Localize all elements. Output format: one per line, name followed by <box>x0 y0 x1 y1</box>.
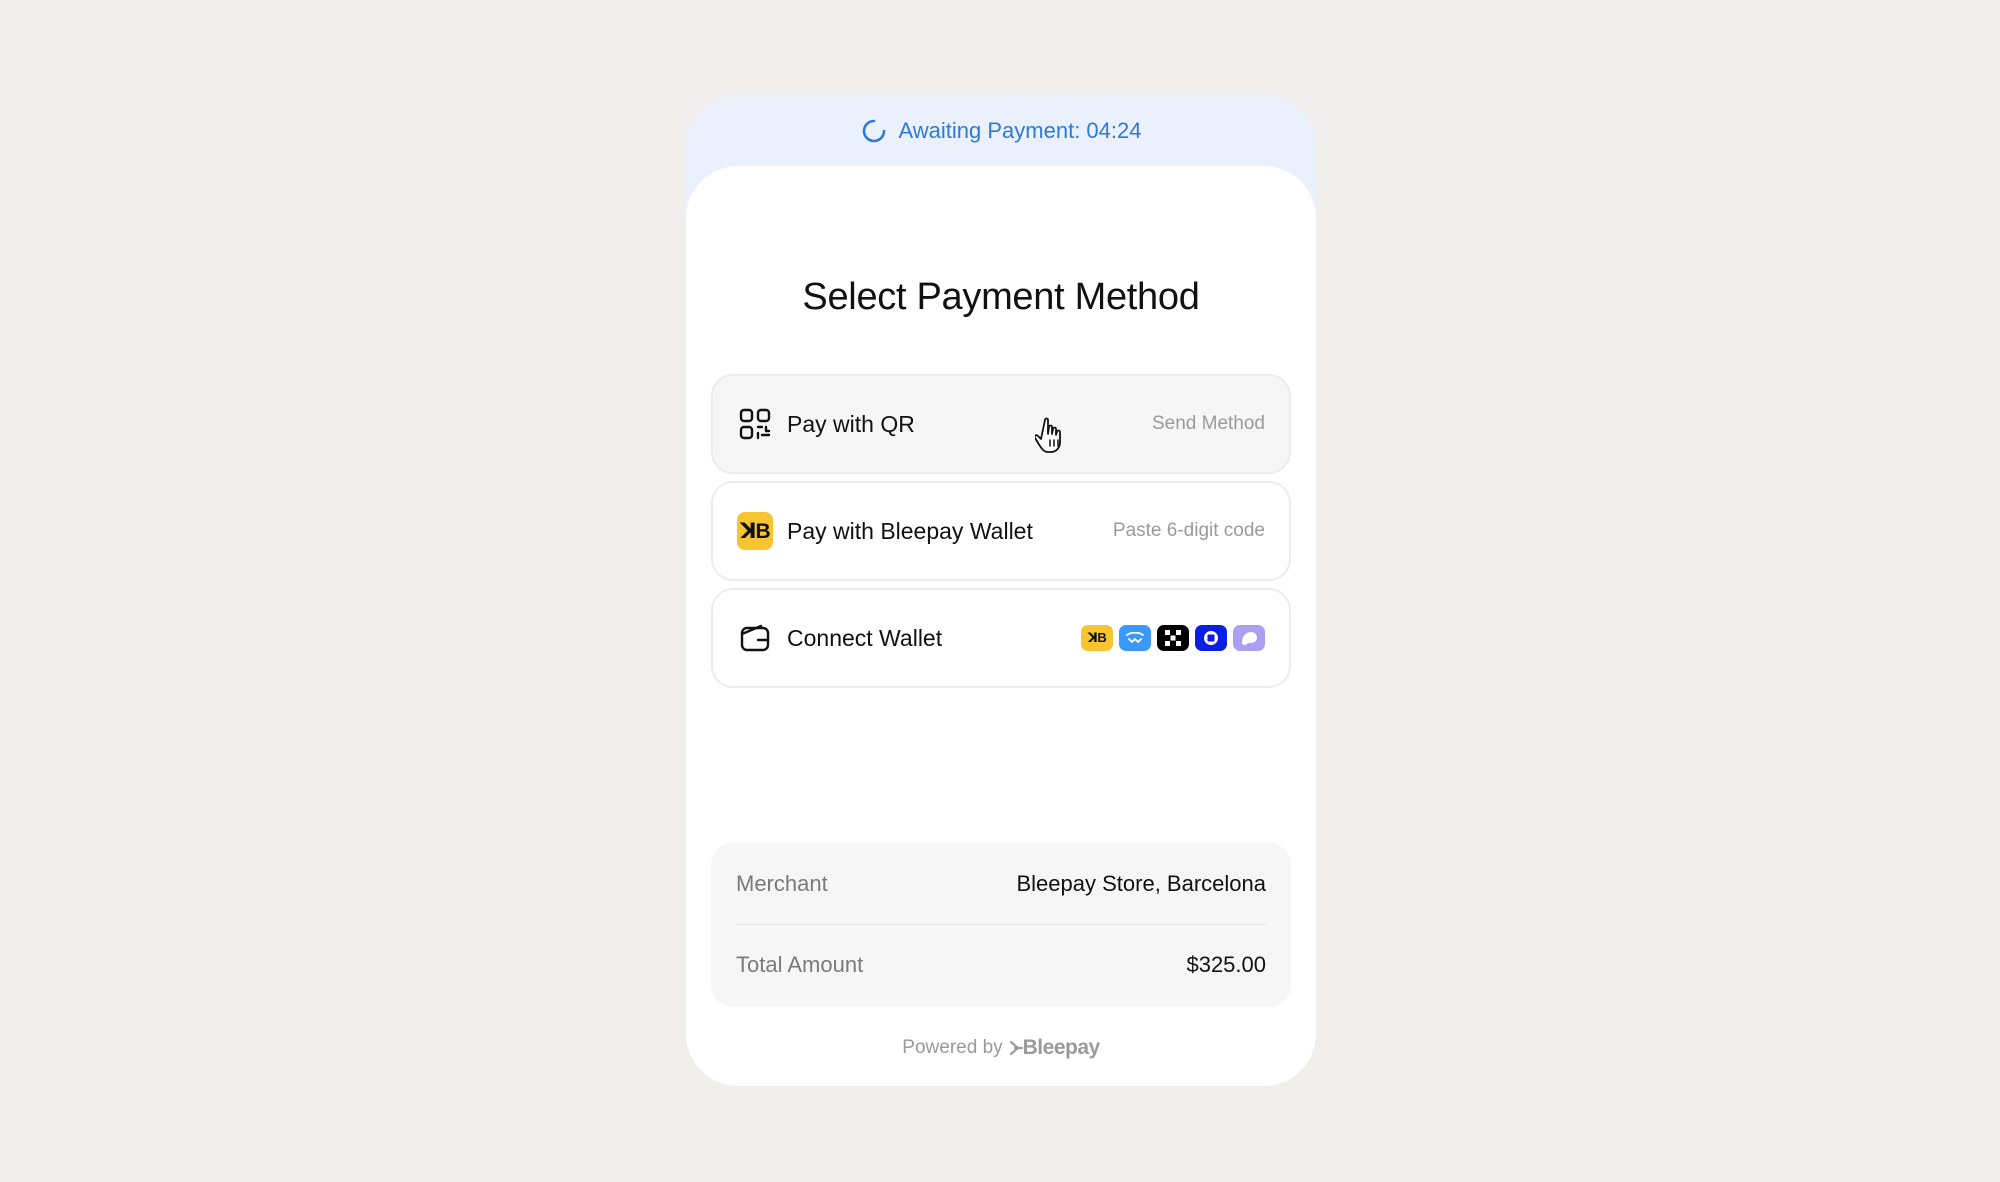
bleepay-logo-icon: ꓘB <box>737 512 773 550</box>
merchant-label: Merchant <box>736 870 828 896</box>
blue-circle-wallet-icon <box>1195 625 1227 651</box>
spinner-icon <box>862 119 885 143</box>
pay-with-qr-option[interactable]: Pay with QR Send Method <box>711 374 1291 474</box>
supported-wallets: ꓘB <box>1081 625 1265 651</box>
pay-with-bleepay-wallet-option[interactable]: ꓘB Pay with Bleepay Wallet Paste 6-digit… <box>711 481 1291 581</box>
brand-name: Bleepay <box>1022 1036 1101 1059</box>
option-label: Pay with QR <box>787 410 915 437</box>
qr-code-icon <box>737 406 773 442</box>
order-summary: Merchant Bleepay Store, Barcelona Total … <box>711 843 1291 1007</box>
connect-wallet-option[interactable]: Connect Wallet ꓘB <box>711 588 1291 688</box>
bleepay-brand[interactable]: Bleepay <box>1009 1036 1100 1060</box>
bleepay-badge: ꓘB <box>737 512 773 550</box>
merchant-row: Merchant Bleepay Store, Barcelona <box>736 843 1266 924</box>
purple-ghost-wallet-icon <box>1233 625 1265 651</box>
option-label: Connect Wallet <box>787 624 943 651</box>
payment-card: Awaiting Payment: 04:24 Select Payment M… <box>686 96 1316 1086</box>
payment-panel: Select Payment Method Pay with QR Send M… <box>686 166 1316 1086</box>
page-title: Select Payment Method <box>802 276 1200 318</box>
option-label: Pay with Bleepay Wallet <box>787 517 1033 544</box>
status-bar: Awaiting Payment: 04:24 <box>686 96 1316 166</box>
option-hint: Paste 6-digit code <box>1112 520 1265 541</box>
wallet-icon <box>737 620 773 656</box>
total-row: Total Amount $325.00 <box>736 924 1266 1005</box>
merchant-value: Bleepay Store, Barcelona <box>1016 870 1267 896</box>
status-text: Awaiting Payment: 04:24 <box>898 118 1142 143</box>
bleepay-wallet-icon: ꓘB <box>1081 625 1113 651</box>
powered-by-text: Powered by <box>902 1037 1003 1058</box>
bleepay-mark-icon <box>1009 1040 1023 1056</box>
option-hint: Send Method <box>1151 413 1265 434</box>
total-value: $325.00 <box>1186 952 1266 977</box>
total-label: Total Amount <box>736 952 864 977</box>
checker-wallet-icon <box>1157 625 1189 651</box>
hand-cursor-icon <box>1035 417 1061 453</box>
blue-wave-wallet-icon <box>1119 625 1151 651</box>
powered-by-footer: Powered by Bleepay <box>686 1036 1316 1060</box>
